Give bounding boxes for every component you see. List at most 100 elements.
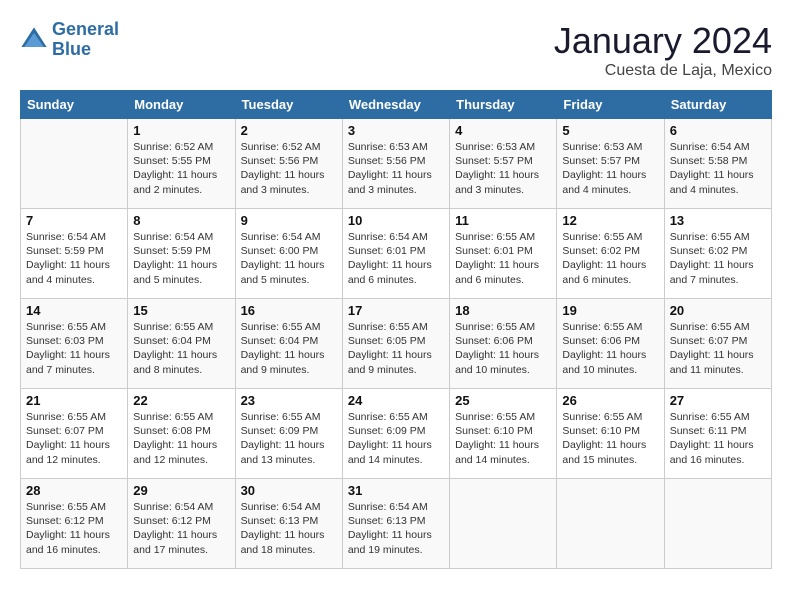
day-info: Sunrise: 6:53 AMSunset: 5:57 PMDaylight:… (455, 140, 551, 197)
day-info: Sunrise: 6:55 AMSunset: 6:02 PMDaylight:… (562, 230, 658, 287)
day-info: Sunrise: 6:54 AMSunset: 6:00 PMDaylight:… (241, 230, 337, 287)
calendar-cell: 25 Sunrise: 6:55 AMSunset: 6:10 PMDayligh… (450, 389, 557, 479)
calendar-cell: 15 Sunrise: 6:55 AMSunset: 6:04 PMDayligh… (128, 299, 235, 389)
week-row-3: 14 Sunrise: 6:55 AMSunset: 6:03 PMDayligh… (21, 299, 772, 389)
day-number: 1 (133, 123, 229, 138)
day-number: 12 (562, 213, 658, 228)
calendar-cell: 16 Sunrise: 6:55 AMSunset: 6:04 PMDayligh… (235, 299, 342, 389)
day-number: 9 (241, 213, 337, 228)
day-info: Sunrise: 6:55 AMSunset: 6:12 PMDaylight:… (26, 500, 122, 557)
calendar-title: January 2024 (554, 20, 772, 62)
day-info: Sunrise: 6:52 AMSunset: 5:56 PMDaylight:… (241, 140, 337, 197)
day-info: Sunrise: 6:54 AMSunset: 5:58 PMDaylight:… (670, 140, 766, 197)
day-number: 27 (670, 393, 766, 408)
day-number: 18 (455, 303, 551, 318)
calendar-cell: 4 Sunrise: 6:53 AMSunset: 5:57 PMDaylight… (450, 119, 557, 209)
day-info: Sunrise: 6:54 AMSunset: 5:59 PMDaylight:… (26, 230, 122, 287)
day-info: Sunrise: 6:54 AMSunset: 6:13 PMDaylight:… (241, 500, 337, 557)
day-info: Sunrise: 6:55 AMSunset: 6:07 PMDaylight:… (670, 320, 766, 377)
day-number: 7 (26, 213, 122, 228)
day-info: Sunrise: 6:53 AMSunset: 5:56 PMDaylight:… (348, 140, 444, 197)
calendar-cell: 22Sunrise: 6:55 AMSunset: 6:08 PMDayligh… (128, 389, 235, 479)
day-number: 23 (241, 393, 337, 408)
calendar-cell: 24 Sunrise: 6:55 AMSunset: 6:09 PMDayligh… (342, 389, 449, 479)
calendar-cell (557, 479, 664, 569)
title-section: January 2024 Cuesta de Laja, Mexico (554, 20, 772, 80)
day-number: 24 (348, 393, 444, 408)
calendar-cell: 10 Sunrise: 6:54 AMSunset: 6:01 PMDayligh… (342, 209, 449, 299)
calendar-cell (664, 479, 771, 569)
calendar-cell: 19 Sunrise: 6:55 AMSunset: 6:06 PMDayligh… (557, 299, 664, 389)
calendar-cell: 26 Sunrise: 6:55 AMSunset: 6:10 PMDayligh… (557, 389, 664, 479)
day-number: 21 (26, 393, 122, 408)
page-header: General Blue January 2024 Cuesta de Laja… (20, 20, 772, 80)
day-info: Sunrise: 6:55 AMSunset: 6:04 PMDaylight:… (133, 320, 229, 377)
calendar-body: 1Sunrise: 6:52 AMSunset: 5:55 PMDaylight… (21, 119, 772, 569)
calendar-cell: 9 Sunrise: 6:54 AMSunset: 6:00 PMDaylight… (235, 209, 342, 299)
day-info: Sunrise: 6:55 AMSunset: 6:10 PMDaylight:… (455, 410, 551, 467)
calendar-cell: 29Sunrise: 6:54 AMSunset: 6:12 PMDayligh… (128, 479, 235, 569)
calendar-cell: 13 Sunrise: 6:55 AMSunset: 6:02 PMDayligh… (664, 209, 771, 299)
calendar-cell: 27Sunrise: 6:55 AMSunset: 6:11 PMDayligh… (664, 389, 771, 479)
calendar-header: SundayMondayTuesdayWednesdayThursdayFrid… (21, 91, 772, 119)
calendar-cell: 5 Sunrise: 6:53 AMSunset: 5:57 PMDaylight… (557, 119, 664, 209)
day-number: 13 (670, 213, 766, 228)
day-number: 17 (348, 303, 444, 318)
calendar-cell: 6 Sunrise: 6:54 AMSunset: 5:58 PMDaylight… (664, 119, 771, 209)
calendar-cell: 7 Sunrise: 6:54 AMSunset: 5:59 PMDaylight… (21, 209, 128, 299)
day-number: 5 (562, 123, 658, 138)
header-day-wednesday: Wednesday (342, 91, 449, 119)
day-info: Sunrise: 6:54 AMSunset: 6:01 PMDaylight:… (348, 230, 444, 287)
day-number: 11 (455, 213, 551, 228)
day-number: 22 (133, 393, 229, 408)
day-info: Sunrise: 6:55 AMSunset: 6:07 PMDaylight:… (26, 410, 122, 467)
calendar-cell: 1Sunrise: 6:52 AMSunset: 5:55 PMDaylight… (128, 119, 235, 209)
day-number: 3 (348, 123, 444, 138)
logo-line1: General (52, 19, 119, 39)
day-number: 28 (26, 483, 122, 498)
header-day-monday: Monday (128, 91, 235, 119)
day-info: Sunrise: 6:55 AMSunset: 6:06 PMDaylight:… (562, 320, 658, 377)
calendar-cell: 28 Sunrise: 6:55 AMSunset: 6:12 PMDayligh… (21, 479, 128, 569)
day-info: Sunrise: 6:55 AMSunset: 6:04 PMDaylight:… (241, 320, 337, 377)
header-day-sunday: Sunday (21, 91, 128, 119)
day-info: Sunrise: 6:55 AMSunset: 6:05 PMDaylight:… (348, 320, 444, 377)
day-info: Sunrise: 6:55 AMSunset: 6:03 PMDaylight:… (26, 320, 122, 377)
day-info: Sunrise: 6:53 AMSunset: 5:57 PMDaylight:… (562, 140, 658, 197)
day-number: 25 (455, 393, 551, 408)
day-number: 16 (241, 303, 337, 318)
calendar-cell: 30Sunrise: 6:54 AMSunset: 6:13 PMDayligh… (235, 479, 342, 569)
day-info: Sunrise: 6:55 AMSunset: 6:01 PMDaylight:… (455, 230, 551, 287)
header-row: SundayMondayTuesdayWednesdayThursdayFrid… (21, 91, 772, 119)
day-info: Sunrise: 6:55 AMSunset: 6:09 PMDaylight:… (241, 410, 337, 467)
calendar-cell: 2 Sunrise: 6:52 AMSunset: 5:56 PMDaylight… (235, 119, 342, 209)
calendar-cell: 3 Sunrise: 6:53 AMSunset: 5:56 PMDaylight… (342, 119, 449, 209)
header-day-friday: Friday (557, 91, 664, 119)
calendar-cell: 23 Sunrise: 6:55 AMSunset: 6:09 PMDayligh… (235, 389, 342, 479)
calendar-cell: 11 Sunrise: 6:55 AMSunset: 6:01 PMDayligh… (450, 209, 557, 299)
day-number: 14 (26, 303, 122, 318)
day-number: 20 (670, 303, 766, 318)
day-number: 6 (670, 123, 766, 138)
day-number: 19 (562, 303, 658, 318)
calendar-cell (21, 119, 128, 209)
day-number: 4 (455, 123, 551, 138)
week-row-2: 7 Sunrise: 6:54 AMSunset: 5:59 PMDaylight… (21, 209, 772, 299)
day-info: Sunrise: 6:55 AMSunset: 6:10 PMDaylight:… (562, 410, 658, 467)
calendar-subtitle: Cuesta de Laja, Mexico (554, 62, 772, 80)
calendar-cell: 20 Sunrise: 6:55 AMSunset: 6:07 PMDayligh… (664, 299, 771, 389)
day-number: 2 (241, 123, 337, 138)
day-number: 26 (562, 393, 658, 408)
calendar-table: SundayMondayTuesdayWednesdayThursdayFrid… (20, 90, 772, 569)
calendar-cell: 18Sunrise: 6:55 AMSunset: 6:06 PMDayligh… (450, 299, 557, 389)
day-info: Sunrise: 6:55 AMSunset: 6:09 PMDaylight:… (348, 410, 444, 467)
day-number: 10 (348, 213, 444, 228)
day-number: 15 (133, 303, 229, 318)
calendar-cell: 8Sunrise: 6:54 AMSunset: 5:59 PMDaylight… (128, 209, 235, 299)
header-day-tuesday: Tuesday (235, 91, 342, 119)
day-info: Sunrise: 6:55 AMSunset: 6:02 PMDaylight:… (670, 230, 766, 287)
calendar-cell: 14 Sunrise: 6:55 AMSunset: 6:03 PMDayligh… (21, 299, 128, 389)
week-row-5: 28 Sunrise: 6:55 AMSunset: 6:12 PMDayligh… (21, 479, 772, 569)
calendar-cell: 17 Sunrise: 6:55 AMSunset: 6:05 PMDayligh… (342, 299, 449, 389)
day-number: 29 (133, 483, 229, 498)
